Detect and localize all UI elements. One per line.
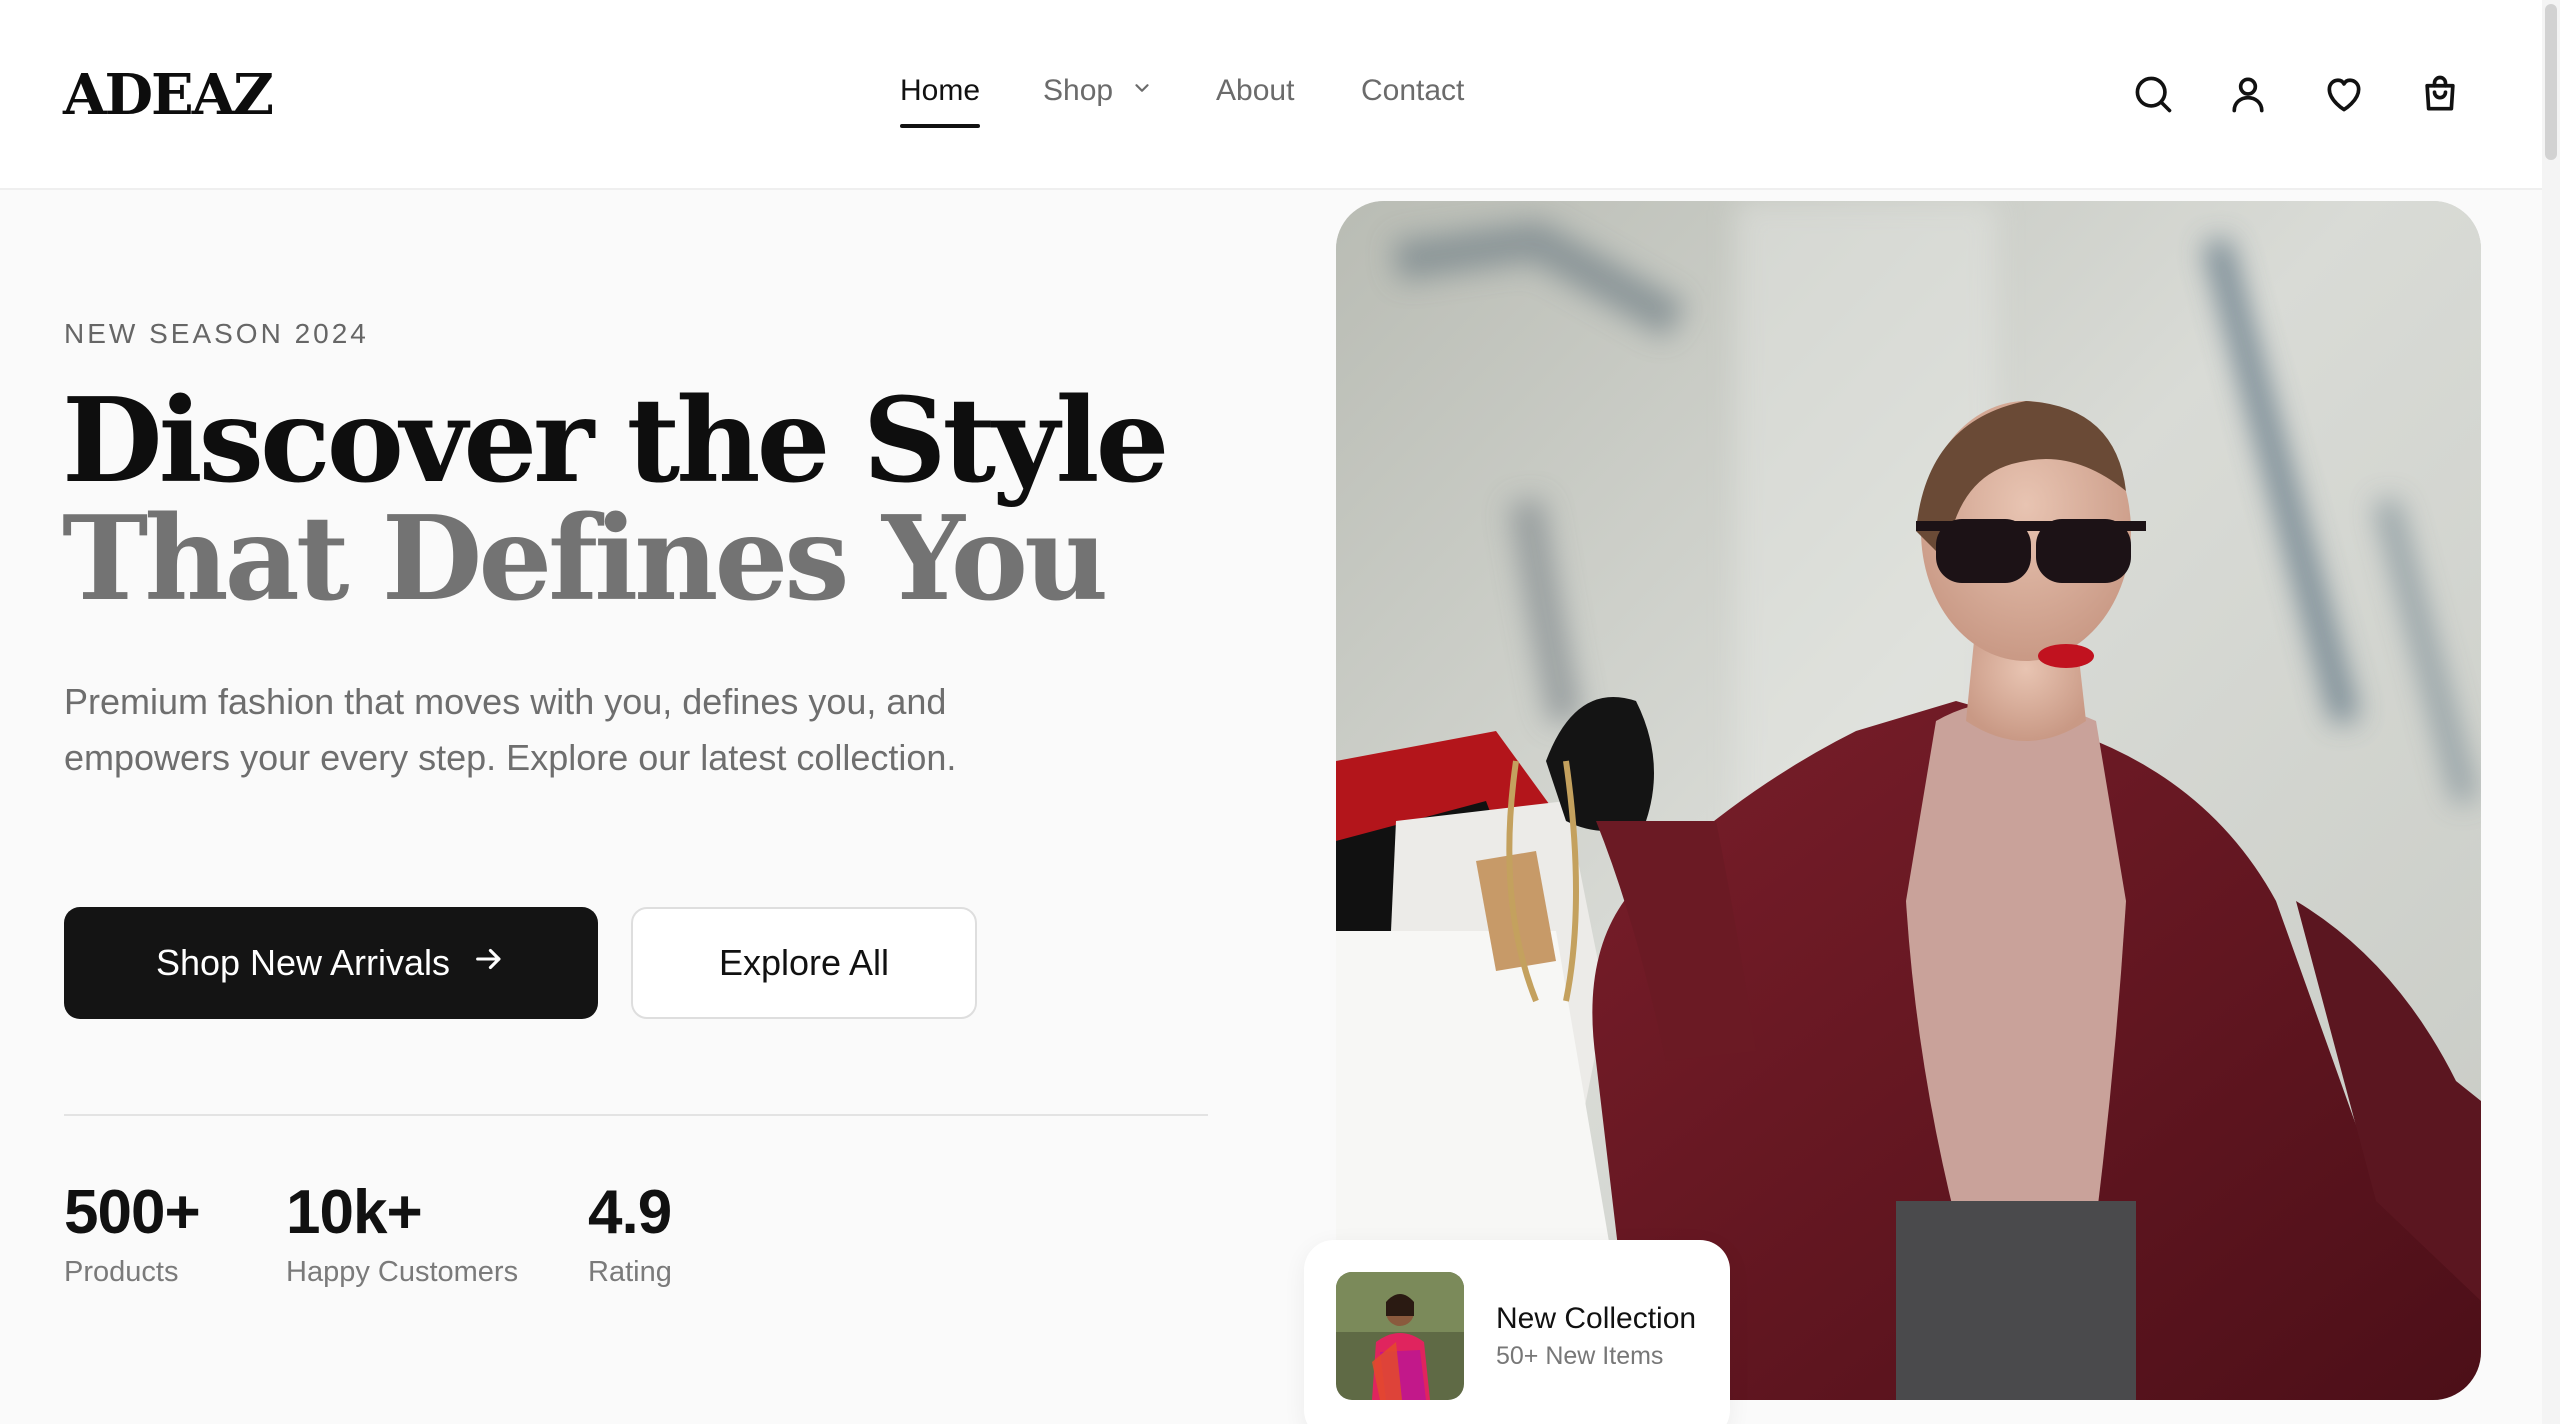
collection-title: New Collection — [1496, 1302, 1697, 1335]
stat-label: Rating — [588, 1256, 672, 1288]
hero-image — [1336, 201, 2481, 1400]
collection-thumbnail — [1336, 1272, 1464, 1400]
search-icon[interactable] — [2131, 72, 2175, 116]
page-scrollbar[interactable] — [2542, 0, 2560, 1424]
explore-all-label: Explore All — [718, 942, 890, 983]
nav-item-about[interactable]: About — [1216, 74, 1294, 108]
nav-item-about-label: About — [1216, 74, 1295, 107]
active-nav-indicator — [900, 124, 981, 128]
arrow-right-icon — [472, 942, 506, 985]
explore-all-button[interactable]: Explore All — [631, 907, 977, 1019]
site-header: ADEAZ Home Shop About Contact — [0, 0, 2542, 190]
shop-new-arrivals-label: Shop New Arrivals — [155, 942, 451, 983]
nav-item-shop-label: Shop — [1043, 74, 1114, 107]
hero-headline-line2: That Defines You — [62, 491, 1108, 627]
hero-headline-line1: Discover the Style — [62, 373, 1169, 509]
nav-item-home[interactable]: Home — [900, 74, 981, 128]
hero-headline: Discover the Style That Defines You — [62, 373, 1169, 627]
user-icon[interactable] — [2226, 72, 2270, 116]
brand-logo[interactable]: ADEAZ — [63, 62, 274, 128]
shopping-bag-icon[interactable] — [2418, 72, 2462, 116]
nav-item-shop[interactable]: Shop — [1043, 74, 1153, 108]
stat-label: Products — [64, 1256, 179, 1288]
hero-description: Premium fashion that moves with you, def… — [64, 681, 957, 778]
stat-rating: 4.9 Rating — [588, 1180, 672, 1289]
scrollbar-thumb[interactable] — [2545, 4, 2557, 160]
nav-item-contact-label: Contact — [1361, 74, 1465, 107]
stat-value: 10k+ — [286, 1178, 423, 1247]
stat-value: 4.9 — [588, 1178, 672, 1247]
nav-item-contact[interactable]: Contact — [1361, 74, 1464, 108]
stat-value: 500+ — [64, 1178, 201, 1247]
stat-happy-customers: 10k+ Happy Customers — [286, 1180, 518, 1289]
shop-new-arrivals-button[interactable]: Shop New Arrivals — [64, 907, 598, 1019]
heart-icon[interactable] — [2322, 72, 2366, 116]
nav-item-home-label: Home — [900, 74, 981, 107]
collection-subtitle: 50+ New Items — [1496, 1342, 1664, 1370]
stats-divider — [64, 1114, 1208, 1116]
stat-products: 500+ Products — [64, 1178, 201, 1289]
hero-eyebrow: NEW SEASON 2024 — [64, 318, 369, 349]
new-collection-card[interactable]: New Collection 50+ New Items — [1304, 1240, 1730, 1424]
stat-label: Happy Customers — [286, 1256, 519, 1288]
chevron-down-icon — [1131, 73, 1153, 107]
